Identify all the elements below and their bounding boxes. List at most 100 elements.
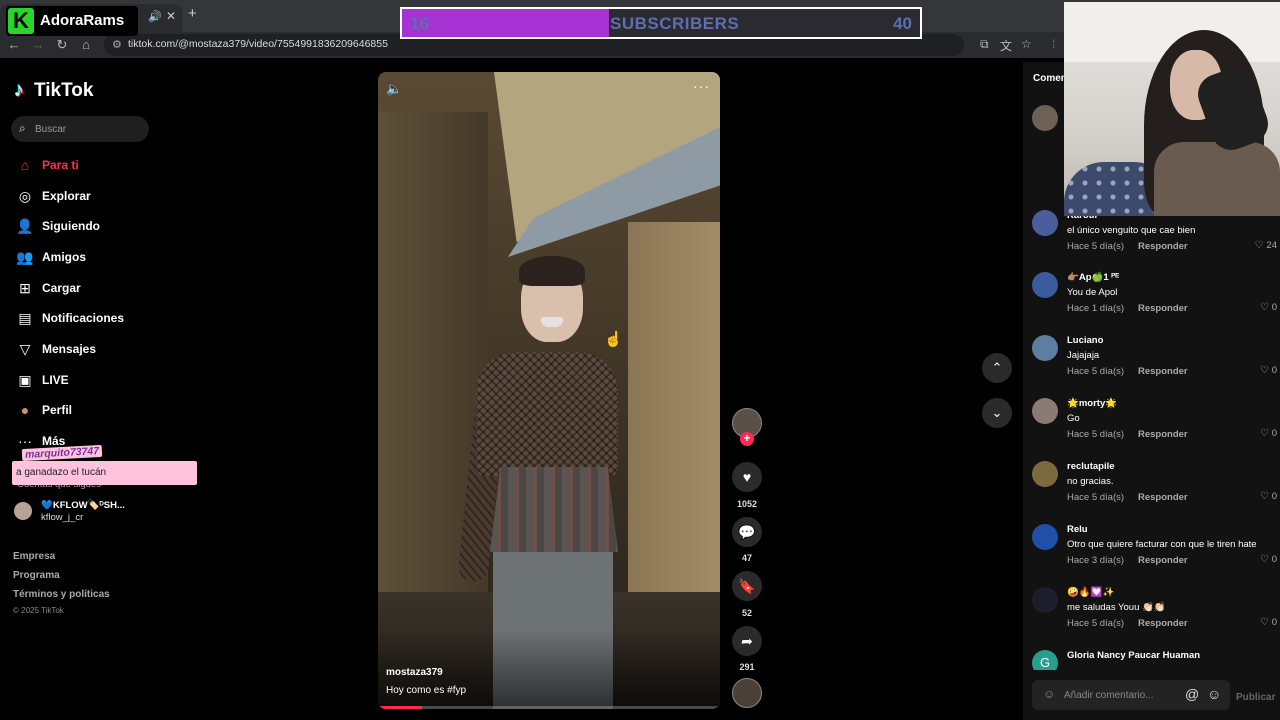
reply-button[interactable]: Responder [1138, 429, 1188, 440]
comment-username[interactable]: 🌟morty🌟 [1067, 398, 1117, 409]
video-player[interactable]: 🔈 ··· ☝ mostaza379 Hoy como es #fyp [378, 72, 720, 709]
comment-avatar[interactable] [1032, 524, 1058, 550]
following-account-item[interactable]: 💙KFLOW🏷️ᴰSH... kflow_j_cr [14, 499, 164, 527]
comment-input[interactable] [1064, 685, 1182, 705]
nav-following[interactable]: 👤 Siguiendo [16, 216, 166, 238]
comment-input-box[interactable]: ☺ @ ☺ [1032, 680, 1230, 710]
nav-label: Más [42, 434, 66, 448]
comment-like-button[interactable]: ♡ 0 [1260, 428, 1277, 439]
reply-button[interactable]: Responder [1138, 555, 1188, 566]
comment-like-button[interactable]: ♡ 24 [1255, 240, 1277, 251]
footer-terms-link[interactable]: Términos y políticas [13, 589, 110, 600]
comment-avatar[interactable]: G [1032, 650, 1058, 670]
like-count: 1052 [736, 499, 758, 509]
next-video-chevron-down-icon[interactable]: ⌄ [982, 398, 1012, 428]
music-disc-avatar[interactable] [732, 678, 762, 708]
comment-time: Hace 5 día(s) [1067, 492, 1125, 503]
tab-speaker-icon[interactable]: 🔊 [148, 10, 162, 23]
comment-avatar[interactable] [1032, 272, 1058, 298]
save-button[interactable]: 🔖 [732, 571, 762, 601]
forward-arrow-icon[interactable]: → [30, 37, 46, 52]
publish-button[interactable]: Publicar [1236, 692, 1275, 703]
video-progress-bar[interactable] [378, 706, 720, 709]
url-text[interactable]: tiktok.com/@mostaza379/video/75549918362… [128, 38, 388, 50]
comment-username[interactable]: Relu [1067, 524, 1088, 535]
volume-icon[interactable]: 🔈 [386, 81, 402, 97]
heart-outline-icon: ♡ [1259, 428, 1269, 439]
channel-logo-letter: K [8, 8, 34, 34]
emoji-icon[interactable]: ☺ [1207, 686, 1221, 702]
mention-at-icon[interactable]: @ [1185, 686, 1199, 702]
comment-like-button[interactable]: ♡ 0 [1260, 491, 1277, 502]
share-button[interactable]: ➦ [732, 626, 762, 656]
nav-explore[interactable]: ◎ Explorar [16, 186, 166, 208]
nav-label: Perfil [42, 403, 73, 417]
video-person-torso [476, 352, 618, 477]
nav-live[interactable]: ▣ LIVE [16, 370, 166, 392]
comment-bubble-icon: 💬 [738, 524, 756, 540]
comment-avatar[interactable] [1032, 335, 1058, 361]
like-button[interactable]: ♥ [732, 462, 762, 492]
translate-icon[interactable]: 文 [1000, 37, 1012, 54]
nav-friends[interactable]: 👥 Amigos [16, 247, 166, 269]
bookmark-star-icon[interactable]: ☆ [1021, 37, 1032, 51]
heart-outline-icon: ♡ [1259, 365, 1269, 376]
comment-button[interactable]: 💬 [732, 517, 762, 547]
comment-like-count: 0 [1271, 491, 1277, 502]
search-input[interactable] [35, 119, 143, 139]
avatar[interactable] [1032, 105, 1058, 131]
comment-avatar[interactable] [1032, 398, 1058, 424]
comment-time: Hace 5 día(s) [1067, 618, 1125, 629]
comment-like-button[interactable]: ♡ 0 [1260, 617, 1277, 628]
subscribers-goal-bar: 16 SUBSCRIBERS 40 [400, 7, 922, 39]
heart-outline-icon: ♡ [1259, 617, 1269, 628]
comment-username[interactable]: Gloria Nancy Paucar Huaman [1067, 650, 1200, 661]
comment-avatar[interactable] [1032, 587, 1058, 613]
comment-avatar[interactable] [1032, 461, 1058, 487]
nav-messages[interactable]: ▽ Mensajes [16, 339, 166, 361]
install-app-icon[interactable]: ⧉ [980, 37, 989, 52]
comment-username[interactable]: reclutapile [1067, 461, 1115, 472]
heart-outline-icon: ♡ [1254, 240, 1264, 251]
profile-avatar-icon: ● [20, 402, 30, 418]
video-person-mouth [541, 317, 563, 327]
comment-item: Relu Otro que quiere facturar con que le… [1032, 524, 1277, 582]
friends-icon: 👥 [16, 249, 34, 265]
channel-name: AdoraRams [40, 12, 125, 29]
site-info-icon[interactable]: ⚙ [112, 38, 122, 51]
reply-button[interactable]: Responder [1138, 303, 1188, 314]
reply-button[interactable]: Responder [1138, 618, 1188, 629]
reply-button[interactable]: Responder [1138, 241, 1188, 252]
comment-username[interactable]: 👉🏽Ap🍏1 ᴾᴱ [1067, 272, 1119, 283]
comment-text: Otro que quiere facturar con que le tire… [1067, 539, 1257, 550]
comment-avatar[interactable] [1032, 210, 1058, 236]
home-icon: ⌂ [20, 157, 30, 173]
comment-like-button[interactable]: ♡ 0 [1260, 554, 1277, 565]
video-progress-fill [378, 706, 423, 709]
extension-icon[interactable]: ⁞ [1052, 37, 1055, 51]
reply-button[interactable]: Responder [1138, 366, 1188, 377]
nav-for-you[interactable]: ⌂ Para ti [16, 155, 166, 177]
comment-item: Karour el único venguito que cae bien Ha… [1032, 210, 1277, 268]
previous-video-chevron-up-icon[interactable]: ⌃ [982, 353, 1012, 383]
home-icon[interactable]: ⌂ [78, 37, 94, 52]
video-more-options-icon[interactable]: ··· [693, 78, 710, 94]
footer-company-link[interactable]: Empresa [13, 551, 55, 562]
reply-button[interactable]: Responder [1138, 492, 1188, 503]
new-tab-plus-icon[interactable]: + [188, 5, 197, 22]
tiktok-logo-text: TikTok [34, 80, 94, 101]
video-author[interactable]: mostaza379 [386, 667, 443, 678]
reload-icon[interactable]: ↻ [54, 37, 70, 53]
nav-profile[interactable]: ● Perfil [16, 400, 166, 422]
comment-like-button[interactable]: ♡ 0 [1260, 365, 1277, 376]
comment-username[interactable]: Luciano [1067, 335, 1103, 346]
comment-like-button[interactable]: ♡ 0 [1260, 302, 1277, 313]
back-arrow-icon[interactable]: ← [6, 37, 22, 52]
nav-upload[interactable]: ⊞ Cargar [16, 278, 166, 300]
tab-close-icon[interactable]: ✕ [166, 9, 176, 23]
footer-program-link[interactable]: Programa [13, 570, 60, 581]
search-box[interactable]: ⌕ [11, 116, 149, 142]
nav-notifications[interactable]: ▤ Notificaciones [16, 308, 166, 330]
follow-plus-icon[interactable]: + [740, 432, 754, 446]
comment-username[interactable]: 🤪🔥💟✨ [1067, 587, 1114, 598]
